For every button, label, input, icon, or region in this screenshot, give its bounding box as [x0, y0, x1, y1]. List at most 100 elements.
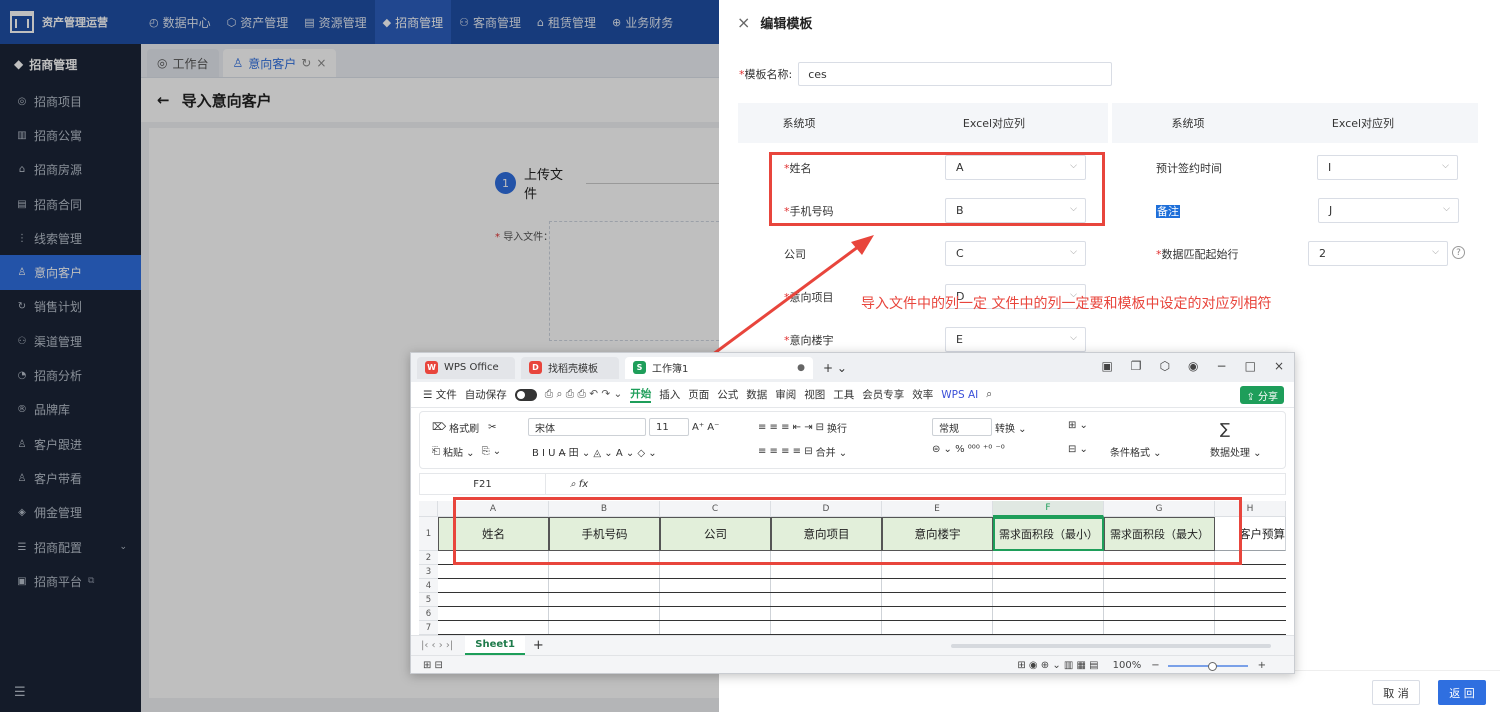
row-header-6[interactable]: 6 — [419, 607, 438, 621]
number-format-select[interactable]: 常规 — [932, 418, 992, 436]
sheet-tab-sheet1[interactable]: Sheet1 — [465, 636, 525, 655]
spreadsheet-titlebar: W WPS Office D 找稻壳模板 S 工作簿1 ● + ⌄ ▣ ❐ ⬡ ◉ − … — [411, 353, 1294, 382]
window-icon[interactable]: ❐ — [1131, 359, 1142, 373]
spreadsheet-menubar: ☰ 文件 自动保存 ⎙ ⌕ ⎙ ⎙ ↶ ↷ ⌄ 开始 插入 页面 公式 数据 审… — [411, 382, 1294, 408]
menu-insert[interactable]: 插入 — [659, 387, 680, 402]
status-left-icons[interactable]: ⊞ ⊟ — [423, 660, 443, 671]
tab-workbook1[interactable]: S 工作簿1 ● — [625, 356, 813, 379]
header-system-item: 系统项 — [1171, 117, 1205, 130]
template-name-label-text: 模板名称: — [744, 68, 793, 81]
return-button[interactable]: 返 回 — [1438, 680, 1486, 705]
select-column-expected-sign-date[interactable]: I ⌵ — [1317, 155, 1458, 180]
tab-wps-office[interactable]: W WPS Office — [417, 356, 515, 379]
close-icon[interactable]: × — [1274, 359, 1284, 373]
menu-page[interactable]: 页面 — [688, 387, 709, 402]
tab-template-finder[interactable]: D 找稻壳模板 — [521, 356, 619, 379]
copy-icon[interactable]: ⎘ ⌄ — [482, 446, 502, 457]
row-header-7[interactable]: 7 — [419, 621, 438, 635]
menu-view[interactable]: 视图 — [804, 387, 825, 402]
align-icons[interactable]: ≡ ≡ ≡ ⇤ ⇥ — [758, 422, 813, 433]
sum-icon[interactable]: ∑ — [1220, 420, 1230, 438]
sheet-logo-icon: S — [633, 361, 646, 374]
paste-button[interactable]: ⎗ 粘贴 ⌄ ⎘ ⌄ — [432, 444, 501, 459]
field-label-text: 意向项目 — [789, 291, 834, 304]
avatar-icon[interactable]: ◉ — [1188, 359, 1198, 373]
alignment-tools-bottom: ≡ ≡ ≡ ≡ ⊟ 合并 ⌄ — [758, 444, 847, 459]
field-label-text: 数据匹配起始行 — [1161, 248, 1239, 261]
cell-reference-box[interactable]: F21 — [420, 474, 546, 494]
highlight-box-header-row — [453, 497, 1242, 565]
unsaved-dot-icon: ● — [797, 362, 805, 373]
cancel-button[interactable]: 取 消 — [1372, 680, 1420, 705]
row-header-5[interactable]: 5 — [419, 593, 438, 607]
scissors-icon[interactable]: ✂ — [488, 422, 496, 433]
template-name-row: *模板名称: ces — [739, 62, 1113, 86]
row-header-2[interactable]: 2 — [419, 551, 438, 565]
field-label-company: 公司 — [784, 246, 806, 262]
zoom-in-button[interactable]: + — [1258, 660, 1266, 671]
conditional-format-button[interactable]: 条件格式 ⌄ — [1110, 444, 1162, 459]
menu-efficiency[interactable]: 效率 — [912, 387, 933, 402]
zoom-out-button[interactable]: − — [1151, 660, 1159, 671]
tab-label: 工作簿1 — [652, 364, 689, 375]
zoom-level[interactable]: 100% — [1113, 660, 1142, 671]
menu-member[interactable]: 会员专享 — [862, 387, 904, 402]
number-tools[interactable]: ⊜ ⌄ % ⁰⁰⁰ ⁺⁰ ⁻⁰ — [932, 444, 1005, 455]
field-label-text: 意向楼宇 — [789, 334, 834, 347]
data-processing-button[interactable]: 数据处理 ⌄ — [1210, 444, 1262, 459]
format-painter-button[interactable]: ⌦ 格式刷 ✂ — [432, 420, 497, 435]
header-separator — [1108, 103, 1112, 143]
share-button[interactable]: ⇪ 分享 — [1240, 386, 1284, 404]
font-size-tools[interactable]: A⁺ A⁻ — [692, 422, 719, 433]
template-name-input[interactable]: ces — [798, 62, 1113, 86]
menu-formula[interactable]: 公式 — [717, 387, 738, 402]
wrap-text-button[interactable]: 换行 — [827, 420, 847, 435]
select-all-corner[interactable] — [419, 501, 438, 517]
template-name-label: *模板名称: — [739, 66, 792, 82]
number-format-controls: 常规 转换 ⌄ — [932, 418, 1027, 436]
sheet-nav-arrows[interactable]: |‹ ‹ › ›| — [421, 640, 453, 651]
close-icon[interactable]: × — [737, 13, 750, 32]
field-label-text: 预计签约时间 — [1156, 162, 1222, 175]
zoom-slider[interactable] — [1167, 661, 1248, 671]
align-icons[interactable]: ≡ ≡ ≡ ≡ ⊟ — [758, 446, 813, 457]
fx-icon[interactable]: ⌕ fx — [570, 479, 588, 490]
font-size-select[interactable]: 11 — [649, 418, 689, 436]
row-header-4[interactable]: 4 — [419, 579, 438, 593]
menu-data[interactable]: 数据 — [746, 387, 767, 402]
search-icon[interactable]: ⌕ — [986, 388, 992, 401]
view-mode-icons[interactable]: ⊞ ◉ ⊕ ⌄ ▥ ▦ ▤ — [1017, 660, 1098, 671]
new-tab-button[interactable]: + ⌄ — [823, 361, 847, 375]
font-family-select[interactable]: 宋体 — [528, 418, 646, 436]
ribbon-label: 格式刷 — [449, 424, 480, 435]
worksheet-button[interactable]: ⊟ ⌄ — [1068, 444, 1088, 455]
select-column-remark[interactable]: J ⌵ — [1318, 198, 1459, 223]
menu-home[interactable]: 开始 — [630, 386, 652, 403]
quick-tools[interactable]: ⎙ ⌕ ⎙ ⎙ ↶ ↷ ⌄ — [545, 388, 623, 401]
ribbon-label: 粘贴 ⌄ — [443, 448, 475, 459]
minimize-icon[interactable]: − — [1217, 359, 1227, 373]
row-header-3[interactable]: 3 — [419, 565, 438, 579]
merge-button[interactable]: 合并 ⌄ — [816, 444, 848, 459]
select-start-row[interactable]: 2 ⌵ — [1308, 241, 1448, 266]
autosave-toggle[interactable] — [514, 388, 537, 401]
row-header-1[interactable]: 1 — [419, 517, 438, 551]
select-value: I — [1328, 161, 1332, 174]
rows-cols-button[interactable]: ⊞ ⌄ — [1068, 420, 1088, 431]
menu-wps-ai[interactable]: WPS AI — [941, 389, 978, 401]
select-column-building[interactable]: E ⌵ — [945, 327, 1086, 352]
screenshot-icon[interactable]: ▣ — [1101, 359, 1112, 373]
horizontal-scrollbar[interactable] — [951, 644, 1271, 648]
cube-icon[interactable]: ⬡ — [1160, 359, 1170, 373]
add-sheet-button[interactable]: + — [533, 638, 544, 653]
tab-label: WPS Office — [444, 362, 499, 373]
maximize-icon[interactable]: □ — [1245, 359, 1256, 373]
help-icon[interactable]: ? — [1452, 246, 1465, 259]
menu-review[interactable]: 审阅 — [775, 387, 796, 402]
convert-button[interactable]: 转换 ⌄ — [995, 420, 1027, 435]
menu-tools[interactable]: 工具 — [833, 387, 854, 402]
menu-file[interactable]: ☰ 文件 — [423, 387, 457, 402]
font-style-tools[interactable]: B I U A̶ 田 ⌄ ◬ ⌄ A ⌄ ◇ ⌄ — [532, 444, 657, 459]
field-label-remark: 备注 — [1156, 203, 1180, 219]
select-column-company[interactable]: C ⌵ — [945, 241, 1086, 266]
